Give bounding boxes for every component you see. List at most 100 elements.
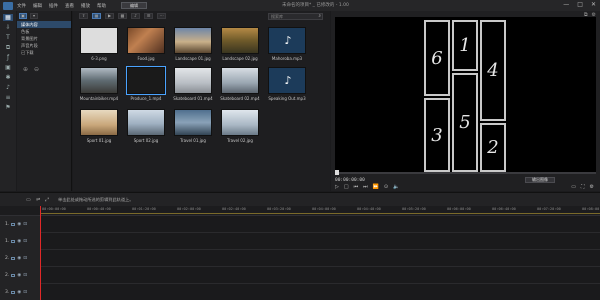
all-media-icon[interactable]: ▦ <box>92 13 101 19</box>
tree-item-sound-clips[interactable]: 声音片段 <box>17 42 71 49</box>
add-tag-icon[interactable]: ⊕ <box>23 66 28 73</box>
playhead[interactable] <box>40 206 41 300</box>
media-room-icon[interactable]: ▦ <box>3 14 13 21</box>
audio-filter-icon[interactable]: ♪ <box>131 13 140 19</box>
eye-icon[interactable]: ◉ <box>17 290 21 295</box>
stop-icon[interactable]: □ <box>344 184 349 190</box>
media-caption: Landscape 02.jpg <box>222 56 258 61</box>
volume-icon[interactable]: 🔈 <box>393 184 399 190</box>
media-thumbnail[interactable] <box>127 109 165 136</box>
snapshot-icon[interactable]: ⊙ <box>384 184 388 190</box>
media-thumbnail[interactable] <box>126 66 166 95</box>
storyboard-icon[interactable]: ▭ <box>26 197 31 203</box>
media-thumbnail[interactable] <box>80 109 118 136</box>
preview-canvas[interactable]: 6 1 4 5 3 2 <box>335 17 596 174</box>
timeline-track[interactable]: 3. ◉ ⊡ <box>0 284 600 300</box>
aspect-icon[interactable]: ▭ <box>571 184 576 190</box>
library-search-input[interactable]: 搜索库 ⌕ <box>268 13 323 20</box>
media-thumbnail[interactable] <box>174 67 212 94</box>
track-type-icon <box>11 291 16 294</box>
edit-mode-button[interactable]: 编辑 <box>121 2 147 9</box>
menu-view[interactable]: 查看 <box>65 3 74 9</box>
play-icon[interactable]: ▷ <box>335 184 339 190</box>
ruler-tick-label: 00:01:20:00 <box>132 207 156 211</box>
menu-playback[interactable]: 播放 <box>81 3 90 9</box>
more-icon[interactable]: ⋯ <box>157 13 166 19</box>
collage-cell-2: 2 <box>480 123 506 172</box>
media-caption: Food.jpg <box>137 56 155 61</box>
timeline-track[interactable]: 2. ◉ ⊡ <box>0 267 600 284</box>
fast-forward-icon[interactable]: ⏩ <box>373 184 379 190</box>
track-number: 1. <box>5 239 10 244</box>
media-thumbnail[interactable] <box>174 27 212 54</box>
import-media-icon[interactable]: ⇪ <box>79 13 88 19</box>
media-thumbnail[interactable]: ♪ <box>268 67 306 94</box>
tree-item-backgrounds[interactable]: 背景图片 <box>17 35 71 42</box>
chapter-icon[interactable]: ⚑ <box>3 104 13 111</box>
menu-edit[interactable]: 编辑 <box>33 3 42 9</box>
fullscreen-icon[interactable]: ⛶ <box>581 184 585 190</box>
close-icon[interactable]: ✕ <box>591 1 596 8</box>
video-filter-icon[interactable]: ▶ <box>105 13 114 19</box>
timeline-track[interactable]: 1. ◉ ⊡ <box>0 233 600 250</box>
maximize-icon[interactable]: □ <box>577 1 583 8</box>
lock-icon[interactable]: ⊡ <box>23 290 27 295</box>
menu-file[interactable]: 文件 <box>17 3 26 9</box>
image-filter-icon[interactable]: ▩ <box>118 13 127 19</box>
ruler-line <box>40 213 600 214</box>
transition-icon[interactable]: ⧉ <box>3 44 13 51</box>
lock-icon[interactable]: ⊡ <box>23 239 27 244</box>
media-thumbnail[interactable] <box>127 27 165 54</box>
media-thumbnail[interactable] <box>221 67 259 94</box>
media-thumbnail[interactable]: ♪ <box>268 27 306 54</box>
preview-settings-icon[interactable]: ⚙ <box>590 184 594 190</box>
media-content-icon[interactable]: ▣ <box>19 13 27 19</box>
track-number: 1. <box>5 222 10 227</box>
eye-icon[interactable]: ◉ <box>17 273 21 278</box>
audio-icon[interactable]: ♪ <box>3 84 13 91</box>
media-thumbnail[interactable] <box>80 27 118 54</box>
lock-icon[interactable]: ⊡ <box>23 222 27 227</box>
particle-icon[interactable]: ✱ <box>3 74 13 81</box>
menu-help[interactable]: 帮助 <box>97 3 106 9</box>
timeline-ruler[interactable]: 00:00:00:00 00:00:40:00 00:01:20:00 00:02:0… <box>0 206 600 216</box>
eye-icon[interactable]: ◉ <box>17 256 21 261</box>
media-thumbnail[interactable] <box>174 109 212 136</box>
view-menu-icon[interactable]: ▾ <box>30 13 38 19</box>
eye-icon[interactable]: ◉ <box>17 222 21 227</box>
fit-icon[interactable]: ⤢ <box>45 197 49 203</box>
eye-icon[interactable]: ◉ <box>17 239 21 244</box>
media-thumbnail[interactable] <box>221 109 259 136</box>
delete-tag-icon[interactable]: ⊖ <box>34 66 39 73</box>
timeline-track[interactable]: 1. ◉ ⊡ <box>0 216 600 233</box>
next-frame-icon[interactable]: ⏭ <box>363 184 368 190</box>
preview-controls: 00:00:00:00 ▷ □ ⏮ ⏭ ⏩ ⊙ 🔈 输出图像 ▭ ⛶ ⚙ <box>335 176 596 190</box>
timeline-view-icon[interactable]: ⇌ <box>36 197 40 203</box>
preview-scrubber[interactable] <box>335 170 596 175</box>
fx-icon[interactable]: ƒ <box>3 54 13 61</box>
minimize-icon[interactable]: — <box>563 1 569 8</box>
timeline-track[interactable]: 2. ◉ ⊡ <box>0 250 600 267</box>
tree-item-media[interactable]: 媒体内容 <box>17 21 71 28</box>
prev-frame-icon[interactable]: ⏮ <box>354 184 359 190</box>
tree-item-downloaded[interactable]: 已下载 <box>17 49 71 56</box>
menu-plugins[interactable]: 插件 <box>49 3 58 9</box>
sort-icon[interactable]: ☰ <box>144 13 153 19</box>
media-thumbnail[interactable] <box>80 67 118 94</box>
text-icon[interactable]: T <box>3 34 13 41</box>
output-button[interactable]: 输出图像 <box>525 177 555 183</box>
track-type-icon <box>11 257 16 260</box>
search-icon[interactable]: ⌕ <box>318 14 321 19</box>
media-thumbnail[interactable] <box>221 27 259 54</box>
media-caption: Skateboard 02.mp4 <box>220 96 260 101</box>
lock-icon[interactable]: ⊡ <box>23 256 27 261</box>
tree-item-colors[interactable]: 色板 <box>17 28 71 35</box>
import-icon[interactable]: ⇩ <box>3 24 13 31</box>
lock-icon[interactable]: ⊡ <box>23 273 27 278</box>
subtitle-icon[interactable]: ≡ <box>3 94 13 101</box>
timeline-toolbar: ▭ ⇌ ⤢ 单击此处或拖动所选的剪辑到此轨道上。 <box>0 192 600 206</box>
pip-icon[interactable]: ▣ <box>3 64 13 71</box>
collage-cell-6: 6 <box>424 20 450 96</box>
track-header: 2. ◉ ⊡ <box>0 250 40 267</box>
scrubber-handle[interactable] <box>335 170 339 175</box>
